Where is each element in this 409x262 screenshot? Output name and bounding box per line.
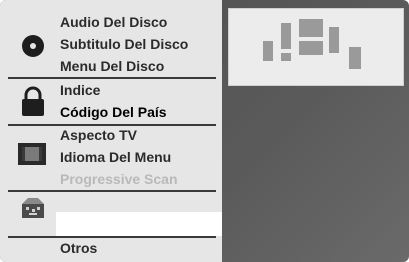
menu-item-audio-del-disco[interactable]: Audio Del Disco — [60, 14, 167, 30]
lock-icon — [20, 86, 46, 123]
menu-item-subtitulo-del-disco[interactable]: Subtitulo Del Disco — [60, 36, 188, 52]
menu-item-idioma-del-menu[interactable]: Idioma Del Menu — [60, 149, 171, 165]
speaker-icon — [20, 196, 46, 225]
menu-item-progressive-scan: Progressive Scan — [60, 171, 178, 187]
menu-item-aspecto-tv[interactable]: Aspecto TV — [60, 127, 137, 143]
menu-item-menu-del-disco[interactable]: Menu Del Disco — [60, 58, 164, 74]
preview-block — [263, 41, 273, 61]
country-code-preview-icon — [228, 8, 404, 86]
menu-item-otros[interactable]: Otros — [60, 240, 97, 256]
setup-menu: Audio Del Disco Subtitulo Del Disco Menu… — [0, 0, 222, 262]
tv-screen-icon — [17, 141, 47, 172]
preview-block — [281, 23, 291, 49]
menu-item-indice[interactable]: Indice — [60, 82, 100, 98]
menu-divider — [8, 77, 216, 79]
preview-block — [281, 53, 291, 61]
preview-block — [329, 27, 339, 53]
preview-block — [299, 19, 323, 37]
menu-item-codigo-del-pais[interactable]: Código Del País — [60, 104, 167, 120]
menu-highlight-bar — [56, 212, 222, 236]
preview-block — [349, 47, 361, 69]
preview-block — [299, 41, 323, 55]
menu-divider — [8, 190, 216, 192]
menu-divider — [8, 124, 216, 126]
menu-divider — [8, 236, 216, 238]
disc-icon — [18, 33, 48, 64]
setup-screen: Audio Del Disco Subtitulo Del Disco Menu… — [0, 0, 409, 262]
